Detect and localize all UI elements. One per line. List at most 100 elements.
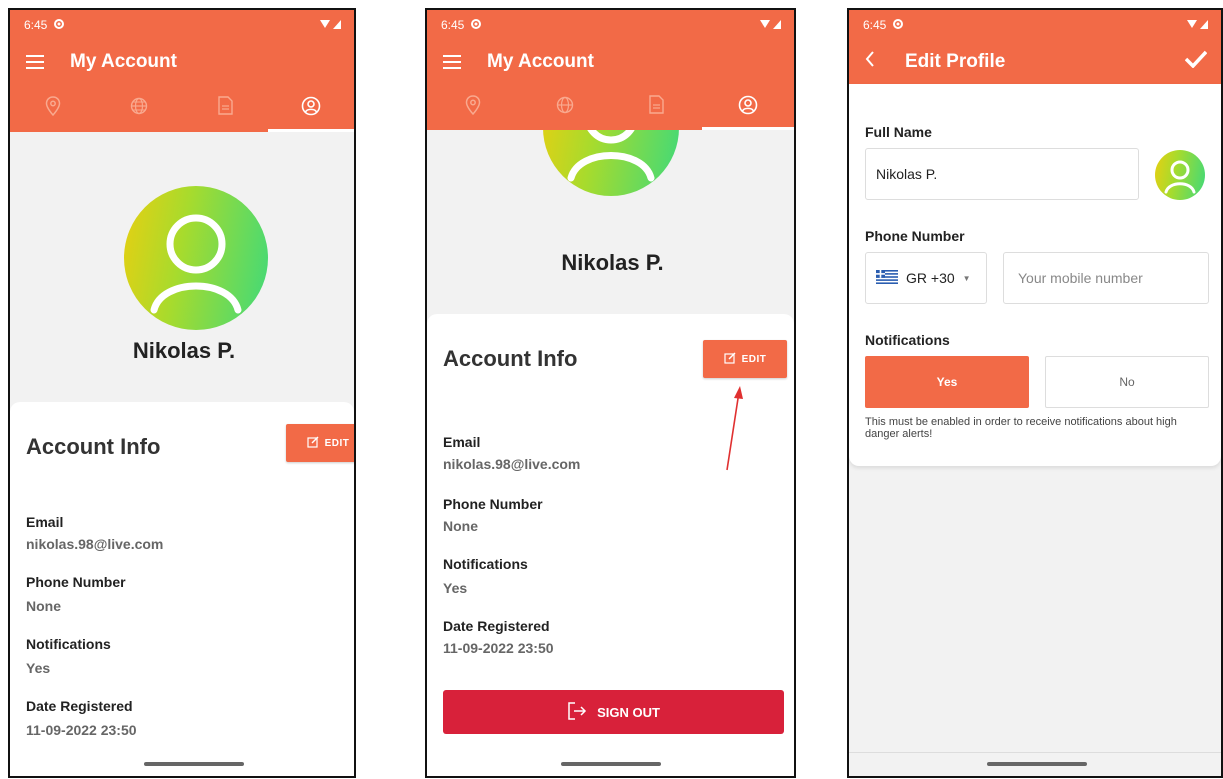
- edit-icon: [724, 352, 736, 367]
- logout-icon: [567, 701, 587, 724]
- tab-documents[interactable]: [611, 84, 703, 130]
- phone-screen-my-account: 6:45 My Account Nikolas P. Account Info …: [8, 8, 356, 778]
- card-title: Account Info: [26, 434, 161, 459]
- wifi-signal-icon: [760, 18, 782, 33]
- document-icon: [649, 95, 664, 119]
- page-title: Edit Profile: [905, 51, 1006, 72]
- no-label: No: [1119, 375, 1135, 389]
- avatar: [124, 186, 268, 330]
- notifications-value: Yes: [443, 580, 468, 596]
- notifications-hint: This must be enabled in order to receive…: [865, 416, 1177, 440]
- settings-status-icon: [892, 18, 904, 33]
- status-bar: 6:45: [849, 10, 1221, 40]
- profile-icon: [738, 95, 758, 120]
- home-indicator: [987, 762, 1087, 766]
- status-time: 6:45: [863, 18, 887, 32]
- app-bar: 6:45 Edit Profile: [849, 10, 1221, 84]
- date-registered-label: Date Registered: [26, 698, 133, 714]
- country-code-select[interactable]: GR +30 ▼: [865, 252, 987, 304]
- edit-label: EDIT: [741, 353, 767, 365]
- globe-icon: [130, 97, 148, 120]
- tab-globe[interactable]: [519, 84, 611, 130]
- title-bar: Edit Profile: [849, 40, 1221, 84]
- account-info-card: Account Info EDIT Email nikolas.98@live.…: [10, 402, 354, 776]
- profile-icon: [301, 96, 321, 121]
- document-icon: [217, 96, 233, 120]
- checkmark-save-icon[interactable]: [1184, 50, 1208, 74]
- phone-screen-my-account-scrolled: 6:45 My Account Nikolas P. Account Info …: [425, 8, 796, 778]
- phone-label: Phone Number: [26, 574, 126, 590]
- menu-icon[interactable]: [443, 51, 461, 73]
- status-time: 6:45: [441, 18, 465, 32]
- edit-label: EDIT: [324, 437, 350, 449]
- settings-status-icon: [470, 18, 482, 33]
- edit-icon: [307, 436, 319, 451]
- sign-out-button[interactable]: SIGN OUT: [443, 690, 784, 734]
- title-bar: My Account: [10, 40, 354, 84]
- location-pin-icon: [465, 94, 481, 120]
- wifi-signal-icon: [320, 18, 342, 33]
- tab-profile[interactable]: [268, 84, 354, 132]
- tab-globe[interactable]: [96, 84, 182, 132]
- profile-name: Nikolas P.: [561, 250, 664, 275]
- mobile-number-input[interactable]: Your mobile number: [1003, 252, 1209, 304]
- edit-button[interactable]: EDIT: [286, 424, 354, 462]
- globe-icon: [556, 96, 574, 119]
- email-label: Email: [26, 514, 64, 530]
- divider: [849, 752, 1221, 753]
- date-registered-value: 11-09-2022 23:50: [26, 722, 137, 738]
- status-time: 6:45: [24, 18, 48, 32]
- email-label: Email: [443, 434, 481, 450]
- red-arrow-annotation: [726, 386, 743, 471]
- email-value: nikolas.98@live.com: [26, 536, 164, 552]
- dropdown-caret-icon: ▼: [962, 273, 971, 283]
- app-bar: 6:45 My Account: [10, 10, 354, 132]
- tab-bar: [427, 84, 794, 130]
- full-name-value: Nikolas P.: [876, 166, 938, 182]
- mobile-number-placeholder: Your mobile number: [1018, 270, 1143, 286]
- date-registered-value: 11-09-2022 23:50: [443, 640, 554, 656]
- date-registered-label: Date Registered: [443, 618, 550, 634]
- user-silhouette-icon: [1164, 160, 1196, 194]
- edit-profile-form: Full Name Nikolas P. Phone Number GR +30…: [849, 84, 1221, 466]
- notifications-no-button[interactable]: No: [1045, 356, 1209, 408]
- notifications-label: Notifications: [865, 332, 950, 348]
- status-bar: 6:45: [10, 10, 354, 40]
- phone-value: None: [26, 598, 61, 614]
- wifi-signal-icon: [1187, 18, 1209, 33]
- card-title: Account Info: [443, 346, 578, 371]
- page-title: My Account: [487, 51, 594, 72]
- tab-location[interactable]: [10, 84, 96, 132]
- tab-profile[interactable]: [702, 84, 794, 130]
- greece-flag-icon: [876, 269, 898, 287]
- back-arrow-icon[interactable]: [865, 51, 875, 73]
- tab-bar: [10, 84, 354, 132]
- phone-screen-edit-profile: 6:45 Edit Profile Full Name Nikolas P. P…: [847, 8, 1223, 778]
- notifications-yes-button[interactable]: Yes: [865, 356, 1029, 408]
- home-indicator: [144, 762, 244, 766]
- location-pin-icon: [45, 95, 61, 121]
- user-silhouette-icon: [150, 214, 242, 314]
- full-name-label: Full Name: [865, 124, 932, 140]
- profile-name: Nikolas P.: [132, 338, 236, 363]
- tab-location[interactable]: [427, 84, 519, 130]
- home-indicator: [561, 762, 661, 766]
- tab-documents[interactable]: [182, 84, 268, 132]
- phone-number-label: Phone Number: [865, 228, 965, 244]
- status-bar: 6:45: [427, 10, 794, 40]
- yes-label: Yes: [936, 375, 958, 389]
- settings-status-icon: [53, 18, 65, 33]
- phone-label: Phone Number: [443, 496, 543, 512]
- page-title: My Account: [70, 51, 177, 72]
- notifications-value: Yes: [26, 660, 51, 676]
- notifications-label: Notifications: [443, 556, 528, 572]
- sign-out-label: SIGN OUT: [597, 704, 660, 720]
- edit-button[interactable]: EDIT: [703, 340, 787, 378]
- email-value: nikolas.98@live.com: [443, 456, 581, 472]
- phone-value: None: [443, 518, 478, 534]
- notifications-label: Notifications: [26, 636, 111, 652]
- avatar[interactable]: [1155, 150, 1205, 200]
- country-code-value: GR +30: [906, 270, 955, 286]
- full-name-field[interactable]: Nikolas P.: [865, 148, 1139, 200]
- menu-icon[interactable]: [26, 51, 44, 73]
